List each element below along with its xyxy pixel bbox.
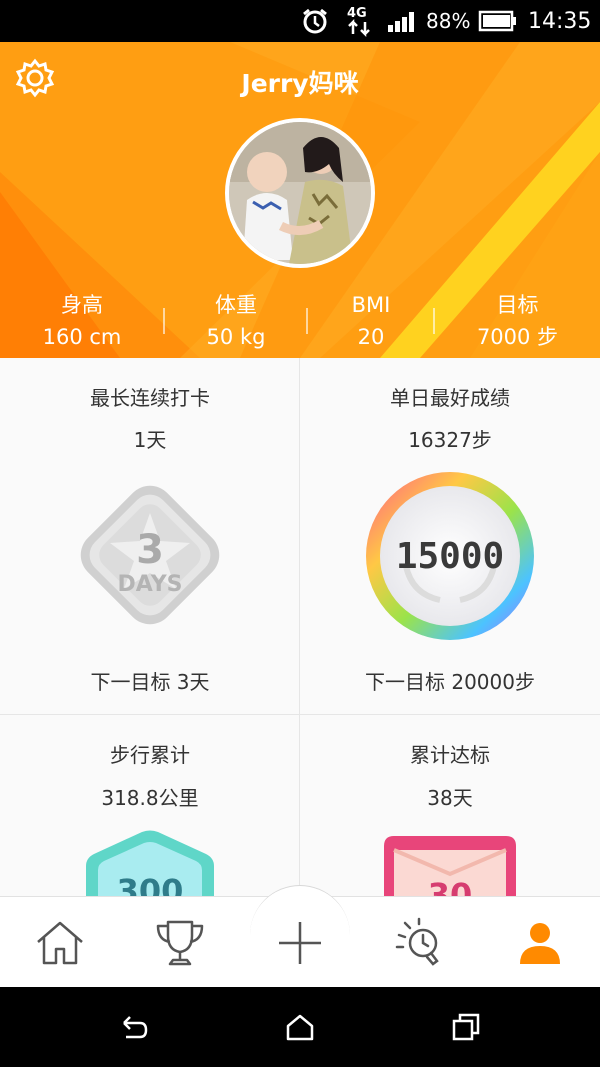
body-stats: 身高 160 cm 体重 50 kg BMI 20 目标 7000 步	[0, 288, 600, 358]
goals-met-badge-number: 30	[428, 876, 473, 896]
goals-met-title: 累计达标	[410, 743, 490, 767]
battery-percent: 88%	[426, 9, 471, 33]
distance-title: 步行累计	[110, 743, 190, 767]
nav-back[interactable]	[94, 987, 174, 1067]
system-nav-bar	[0, 987, 600, 1067]
status-bar: 4G 88% 14:35	[0, 0, 600, 42]
alarm-icon	[300, 0, 330, 42]
best-day-title: 单日最好成绩	[390, 386, 510, 410]
person-icon	[520, 922, 560, 964]
stat-value: 20	[357, 325, 385, 349]
stat-value: 7000 步	[476, 325, 559, 349]
tab-profile[interactable]	[480, 897, 600, 988]
stat-bmi: BMI 20	[308, 288, 434, 352]
signal-icon	[386, 0, 420, 42]
profile-name: Jerry妈咪	[241, 69, 359, 98]
stat-value: 160 cm	[42, 325, 122, 349]
back-icon	[123, 1016, 148, 1039]
goals-met-value: 38天	[427, 786, 473, 810]
stat-label: 体重	[215, 293, 257, 317]
achievement-grid: 最长连续打卡 1天 3 DAYS 下一目标 3天 单日最好成绩 16327步 1…	[0, 358, 600, 896]
battery-icon	[478, 0, 518, 42]
best-day-next-goal: 下一目标 20000步	[365, 670, 535, 694]
best-day-badge-number: 15000	[396, 536, 504, 577]
nav-recents[interactable]	[426, 987, 506, 1067]
tab-home[interactable]	[0, 897, 120, 988]
grid-divider	[0, 714, 600, 715]
goals-met-badge-icon[interactable]: 30	[380, 832, 520, 896]
stat-value: 50 kg	[206, 325, 266, 349]
tab-add[interactable]	[240, 897, 360, 988]
svg-text:4G: 4G	[347, 6, 367, 21]
distance-badge-icon[interactable]: 300	[78, 828, 222, 896]
profile-header: Jerry妈咪 身高 160 cm 体重 50 kg BMI 20 目标 700…	[0, 42, 600, 358]
clock: 14:35	[528, 8, 592, 34]
tab-tips[interactable]	[360, 897, 480, 988]
avatar[interactable]	[225, 118, 375, 268]
tab-achievements[interactable]	[120, 897, 240, 988]
streak-next-goal: 下一目标 3天	[90, 670, 210, 694]
best-day-value: 16327步	[408, 428, 492, 452]
stat-height: 身高 160 cm	[0, 288, 164, 352]
streak-badge-unit: DAYS	[118, 572, 183, 597]
nav-home[interactable]	[260, 987, 340, 1067]
distance-badge-number: 300	[117, 872, 184, 896]
network-4g-icon: 4G	[345, 0, 375, 42]
streak-badge-number: 3	[136, 527, 164, 573]
recents-icon	[452, 1013, 480, 1041]
stat-label: 目标	[496, 293, 539, 317]
streak-title: 最长连续打卡	[90, 386, 210, 410]
stat-weight: 体重 50 kg	[165, 288, 307, 352]
streak-value: 1天	[133, 428, 167, 452]
stat-goal: 目标 7000 步	[435, 288, 600, 352]
home-icon	[37, 921, 83, 964]
best-day-badge-icon[interactable]: 15000	[364, 470, 536, 642]
plus-icon	[279, 921, 321, 964]
bottom-tab-bar	[0, 885, 600, 988]
home-outline-icon	[286, 1014, 314, 1041]
distance-value: 318.8公里	[101, 786, 199, 810]
trophy-icon	[156, 920, 204, 965]
stat-label: 身高	[61, 293, 103, 317]
lightbulb-icon	[395, 917, 439, 966]
stat-label: BMI	[351, 293, 391, 317]
streak-badge-icon[interactable]: 3 DAYS	[64, 469, 236, 641]
